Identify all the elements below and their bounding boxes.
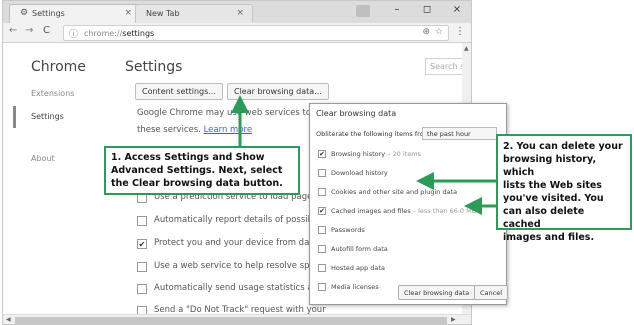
content-settings-button[interactable]: Content settings... [135, 83, 223, 100]
checkbox-checked[interactable]: ✔ [137, 239, 147, 249]
menu-icon[interactable]: ⋮ [455, 26, 465, 37]
callout-line: can also delete cached [503, 206, 585, 230]
maximize-button[interactable]: ◻ [417, 4, 437, 15]
cookies-label: Cookies and other site and plugin data [331, 188, 458, 196]
reload-icon[interactable]: C [43, 25, 50, 36]
callout-line: browsing history, which [503, 154, 597, 178]
tab-label: New Tab [146, 9, 180, 18]
forward-arrow-icon[interactable]: → [25, 25, 33, 36]
address-path: settings [122, 29, 155, 38]
checkbox[interactable] [137, 284, 147, 294]
callout-line: images and files. [503, 232, 595, 243]
checkbox-label: Automatically report details of possible… [154, 215, 333, 225]
callout-line: the Clear browsing data button. [111, 178, 283, 189]
scrollbar-thumb[interactable] [15, 317, 447, 324]
gear-icon: ⚙ [20, 8, 29, 18]
autofill-label: Autofill form data [331, 245, 388, 253]
sidebar-selection-indicator [13, 106, 16, 128]
checkbox-label: Use a web service to help resolve spelli… [154, 261, 333, 271]
cancel-button[interactable]: Cancel [474, 285, 509, 300]
tab-strip: ⚙ Settings × New Tab × – ◻ × [3, 1, 471, 23]
sidebar-item-extensions[interactable]: Extensions [31, 89, 74, 98]
callout-line: lists the Web sites [503, 180, 602, 191]
callout-line: 1. Access Settings and Show [111, 152, 265, 163]
time-range-select[interactable]: the past hour [422, 127, 497, 140]
checkbox[interactable] [318, 245, 326, 253]
checkbox[interactable] [318, 283, 326, 291]
scroll-left-arrow-icon[interactable]: ◀ [6, 316, 11, 323]
cached-images-label: Cached images and files [331, 207, 411, 215]
close-window-button[interactable]: × [447, 4, 467, 15]
bookmark-star-icon[interactable]: ☆ [435, 27, 443, 37]
callout-line: you've visited. You [503, 193, 604, 204]
checkbox[interactable] [318, 188, 326, 196]
privacy-description-line2: these services. Learn more [137, 122, 252, 139]
privacy-description: Google Chrome may use web services to im… [137, 108, 330, 118]
download-history-label: Download history [331, 169, 388, 177]
address-bar[interactable]: ⓘ chrome://settings ⊕ ☆ [63, 25, 449, 41]
checkbox[interactable] [137, 216, 147, 226]
checkbox[interactable] [137, 262, 147, 272]
checkbox[interactable] [318, 169, 326, 177]
dialog-title: Clear browsing data [316, 109, 397, 118]
clear-browsing-data-dialog: Clear browsing data Obliterate the follo… [309, 103, 509, 305]
close-tab-icon[interactable]: × [236, 8, 244, 18]
checkbox[interactable] [318, 264, 326, 272]
cached-images-note: – less than 66.0 MB [410, 207, 477, 215]
tab-new-tab[interactable]: New Tab × [135, 4, 253, 23]
address-scheme: chrome:// [84, 29, 123, 38]
privacy-text: these services. [137, 125, 204, 135]
profile-icon[interactable] [356, 5, 370, 17]
scroll-right-arrow-icon[interactable]: ▶ [451, 316, 456, 323]
clear-browsing-data-confirm-button[interactable]: Clear browsing data [398, 285, 476, 300]
info-icon[interactable]: ⓘ [69, 27, 78, 40]
browsing-history-note: – 20 items [385, 150, 421, 158]
close-tab-icon[interactable]: × [124, 8, 132, 18]
checkbox-checked[interactable]: ✔ [318, 207, 326, 215]
callout-line: Advanced Settings. Next, select [111, 165, 283, 176]
checkbox[interactable] [318, 226, 326, 234]
scroll-up-arrow-icon[interactable]: ▲ [464, 45, 469, 52]
checkbox-checked[interactable]: ✔ [318, 150, 326, 158]
hosted-app-data-label: Hosted app data [331, 264, 385, 272]
clear-browsing-data-button[interactable]: Clear browsing data... [227, 83, 329, 100]
sidebar-item-settings[interactable]: Settings [31, 112, 64, 121]
sidebar-item-about[interactable]: About [31, 154, 55, 163]
learn-more-link[interactable]: Learn more [204, 125, 252, 135]
page-title: Settings [125, 59, 183, 75]
checkbox-label: Automatically send usage statistics and … [154, 283, 335, 293]
obliterate-label: Obliterate the following items from: [316, 130, 433, 138]
callout-line: 2. You can delete your [503, 141, 623, 152]
callout-step-1: 1. Access Settings and Show Advanced Set… [104, 146, 300, 195]
minimize-button[interactable]: – [387, 4, 407, 15]
tab-label: Settings [32, 9, 65, 18]
browsing-history-label: Browsing history [331, 150, 386, 158]
zoom-icon[interactable]: ⊕ [422, 27, 430, 37]
tab-settings[interactable]: ⚙ Settings × [9, 4, 141, 23]
horizontal-scrollbar[interactable]: ◀ ▶ [3, 314, 471, 324]
sidebar-title: Chrome [31, 59, 86, 75]
callout-step-2: 2. You can delete your browsing history,… [496, 134, 632, 243]
passwords-label: Passwords [331, 226, 365, 234]
back-arrow-icon[interactable]: ← [9, 25, 17, 36]
browser-toolbar: ← → C ⓘ chrome://settings ⊕ ☆ ⋮ [3, 23, 471, 43]
media-licenses-label: Media licenses [331, 283, 379, 291]
checkbox-label: Protect you and your device from danger [154, 238, 329, 248]
